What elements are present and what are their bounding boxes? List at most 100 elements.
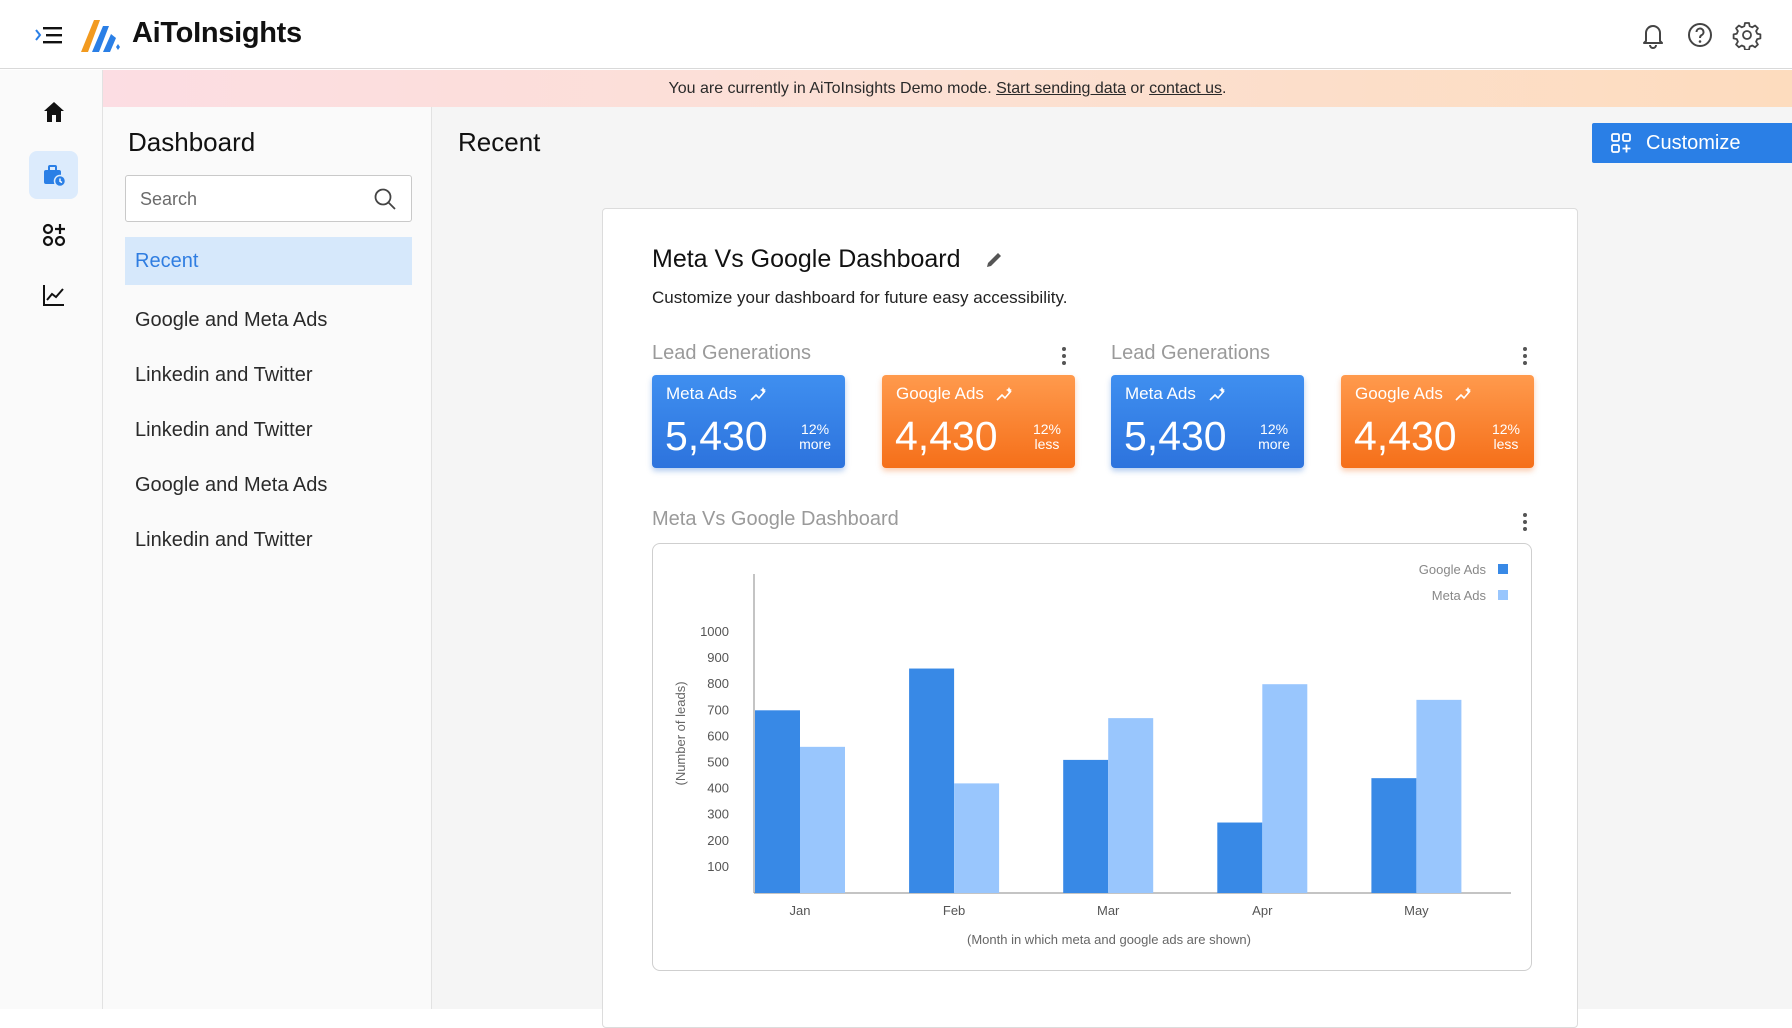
stat-change: 12% more bbox=[1258, 422, 1290, 452]
sparkle-trend-icon bbox=[996, 387, 1012, 401]
banner-text: You are currently in AiToInsights Demo m… bbox=[668, 80, 997, 97]
settings-icon[interactable] bbox=[1732, 20, 1762, 50]
start-sending-data-link[interactable]: Start sending data bbox=[996, 80, 1126, 97]
bar-meta-ads bbox=[800, 746, 845, 893]
rail-apps[interactable] bbox=[29, 211, 78, 259]
more-options-icon[interactable] bbox=[1517, 345, 1533, 367]
more-options-icon[interactable] bbox=[1056, 345, 1072, 367]
x-tick-label: Jan bbox=[790, 903, 811, 918]
stat-value: 5,430 bbox=[665, 413, 768, 459]
stat-change-dir: less bbox=[1493, 436, 1519, 452]
y-axis-label: (Number of leads) bbox=[673, 681, 688, 785]
search-icon[interactable] bbox=[373, 187, 397, 211]
sparkle-trend-icon bbox=[1455, 387, 1471, 401]
sidebar-item-linkedin-twitter[interactable]: Linkedin and Twitter bbox=[125, 348, 412, 403]
sidebar-item-linkedin-twitter[interactable]: Linkedin and Twitter bbox=[125, 403, 412, 458]
sparkle-trend-icon bbox=[1209, 387, 1225, 401]
stat-change: 12% more bbox=[799, 422, 831, 452]
apps-icon bbox=[42, 223, 65, 247]
stat-card-meta-ads[interactable]: Meta Ads 5,430 12% more bbox=[652, 375, 845, 468]
sidebar-item-recent[interactable]: Recent bbox=[125, 237, 412, 285]
x-tick-label: Apr bbox=[1252, 903, 1273, 918]
page-title: Recent bbox=[458, 127, 541, 157]
stat-change-pct: 12% bbox=[1032, 421, 1061, 437]
home-icon bbox=[43, 102, 64, 122]
banner-text-or: or bbox=[1125, 80, 1150, 97]
stat-value: 5,430 bbox=[1124, 413, 1227, 459]
x-tick-label: May bbox=[1404, 903, 1429, 918]
bar-chart: 100 200 300 400 500 600 700 800 900 1000 (Number o… bbox=[673, 562, 1511, 947]
dashboard-card: Meta Vs Google Dashboard Customize your … bbox=[602, 208, 1578, 1028]
stat-name: Meta Ads bbox=[1125, 384, 1196, 403]
stat-card-google-ads[interactable]: Google Ads 4,430 12% less bbox=[882, 375, 1075, 468]
rail-analytics[interactable] bbox=[29, 271, 78, 319]
stat-change-dir: more bbox=[1258, 436, 1290, 452]
help-icon[interactable] bbox=[1685, 20, 1715, 50]
stat-name: Google Ads bbox=[896, 384, 984, 403]
bell-icon[interactable] bbox=[1638, 20, 1668, 50]
menu-toggle-icon[interactable] bbox=[34, 22, 64, 48]
stat-name: Meta Ads bbox=[666, 384, 737, 403]
stat-change: 12% less bbox=[1492, 422, 1520, 452]
y-tick-label: 900 bbox=[707, 650, 729, 665]
x-axis-label: (Month in which meta and google ads are … bbox=[967, 932, 1251, 947]
bar-meta-ads bbox=[1262, 684, 1308, 893]
bar-google-ads bbox=[1217, 822, 1263, 893]
card-title: Meta Vs Google Dashboard bbox=[652, 245, 961, 273]
y-tick-label: 600 bbox=[707, 728, 729, 743]
stat-value: 4,430 bbox=[895, 413, 998, 459]
contact-us-link[interactable]: contact us bbox=[1149, 80, 1222, 97]
sidebar-item-google-meta-ads[interactable]: Google and Meta Ads bbox=[125, 293, 412, 348]
widget-label: Lead Generations bbox=[652, 342, 812, 364]
stat-change-dir: more bbox=[799, 436, 831, 452]
grid-add-icon bbox=[1611, 133, 1631, 153]
stat-card-meta-ads[interactable]: Meta Ads 5,430 12% more bbox=[1111, 375, 1304, 468]
legend-label: Google Ads bbox=[1419, 562, 1487, 577]
card-subtitle: Customize your dashboard for future easy… bbox=[652, 288, 1068, 307]
customize-label: Customize bbox=[1646, 131, 1741, 154]
bar-google-ads bbox=[1063, 759, 1109, 893]
y-tick-label: 1000 bbox=[700, 624, 729, 639]
dashboard-sidebar: Dashboard Recent Google and Meta Ads Lin… bbox=[103, 107, 432, 1009]
pencil-icon[interactable] bbox=[984, 250, 1004, 270]
bar-google-ads bbox=[909, 668, 955, 893]
rail-home[interactable] bbox=[29, 88, 78, 136]
y-tick-label: 400 bbox=[707, 781, 729, 796]
y-tick-label: 100 bbox=[707, 859, 729, 874]
y-tick-label: 500 bbox=[707, 755, 729, 770]
legend-swatch bbox=[1498, 590, 1508, 600]
stat-name: Google Ads bbox=[1355, 384, 1443, 403]
search-input[interactable] bbox=[140, 186, 360, 212]
more-options-icon[interactable] bbox=[1517, 511, 1533, 533]
legend-swatch bbox=[1498, 564, 1508, 574]
stat-change-pct: 12% bbox=[1491, 421, 1520, 437]
customize-button[interactable]: Customize bbox=[1592, 123, 1792, 163]
stat-change-pct: 12% bbox=[1260, 421, 1289, 437]
brand-logo bbox=[81, 20, 120, 52]
bar-meta-ads bbox=[954, 783, 1000, 893]
bar-meta-ads bbox=[1416, 699, 1462, 893]
x-tick-label: Mar bbox=[1097, 903, 1120, 918]
rail-dashboard[interactable] bbox=[29, 151, 78, 199]
bar-meta-ads bbox=[1108, 718, 1154, 893]
legend-label: Meta Ads bbox=[1432, 588, 1487, 603]
sidebar-item-google-meta-ads[interactable]: Google and Meta Ads bbox=[125, 458, 412, 513]
bar-google-ads bbox=[1371, 778, 1417, 893]
main-content: Recent Customize Meta Vs Google Dashboar… bbox=[432, 107, 1792, 1028]
briefcase-clock-icon bbox=[43, 165, 66, 188]
dashboard-list: Recent Google and Meta Ads Linkedin and … bbox=[125, 237, 412, 568]
demo-mode-banner: You are currently in AiToInsights Demo m… bbox=[103, 70, 1792, 107]
widget-label: Lead Generations bbox=[1111, 342, 1271, 364]
y-tick-label: 700 bbox=[707, 702, 729, 717]
bar-chart-frame: 100 200 300 400 500 600 700 800 900 1000 (Number o… bbox=[652, 543, 1532, 971]
stat-change-dir: less bbox=[1034, 436, 1060, 452]
brand-name: AiToInsights bbox=[132, 17, 302, 49]
icon-rail bbox=[0, 70, 103, 1009]
sparkle-trend-icon bbox=[750, 387, 766, 401]
line-chart-icon bbox=[42, 285, 64, 306]
bar-google-ads bbox=[755, 710, 800, 893]
stat-card-google-ads[interactable]: Google Ads 4,430 12% less bbox=[1341, 375, 1534, 468]
y-tick-label: 200 bbox=[707, 833, 729, 848]
sidebar-item-linkedin-twitter[interactable]: Linkedin and Twitter bbox=[125, 513, 412, 568]
top-bar: AiToInsights bbox=[0, 0, 1792, 69]
